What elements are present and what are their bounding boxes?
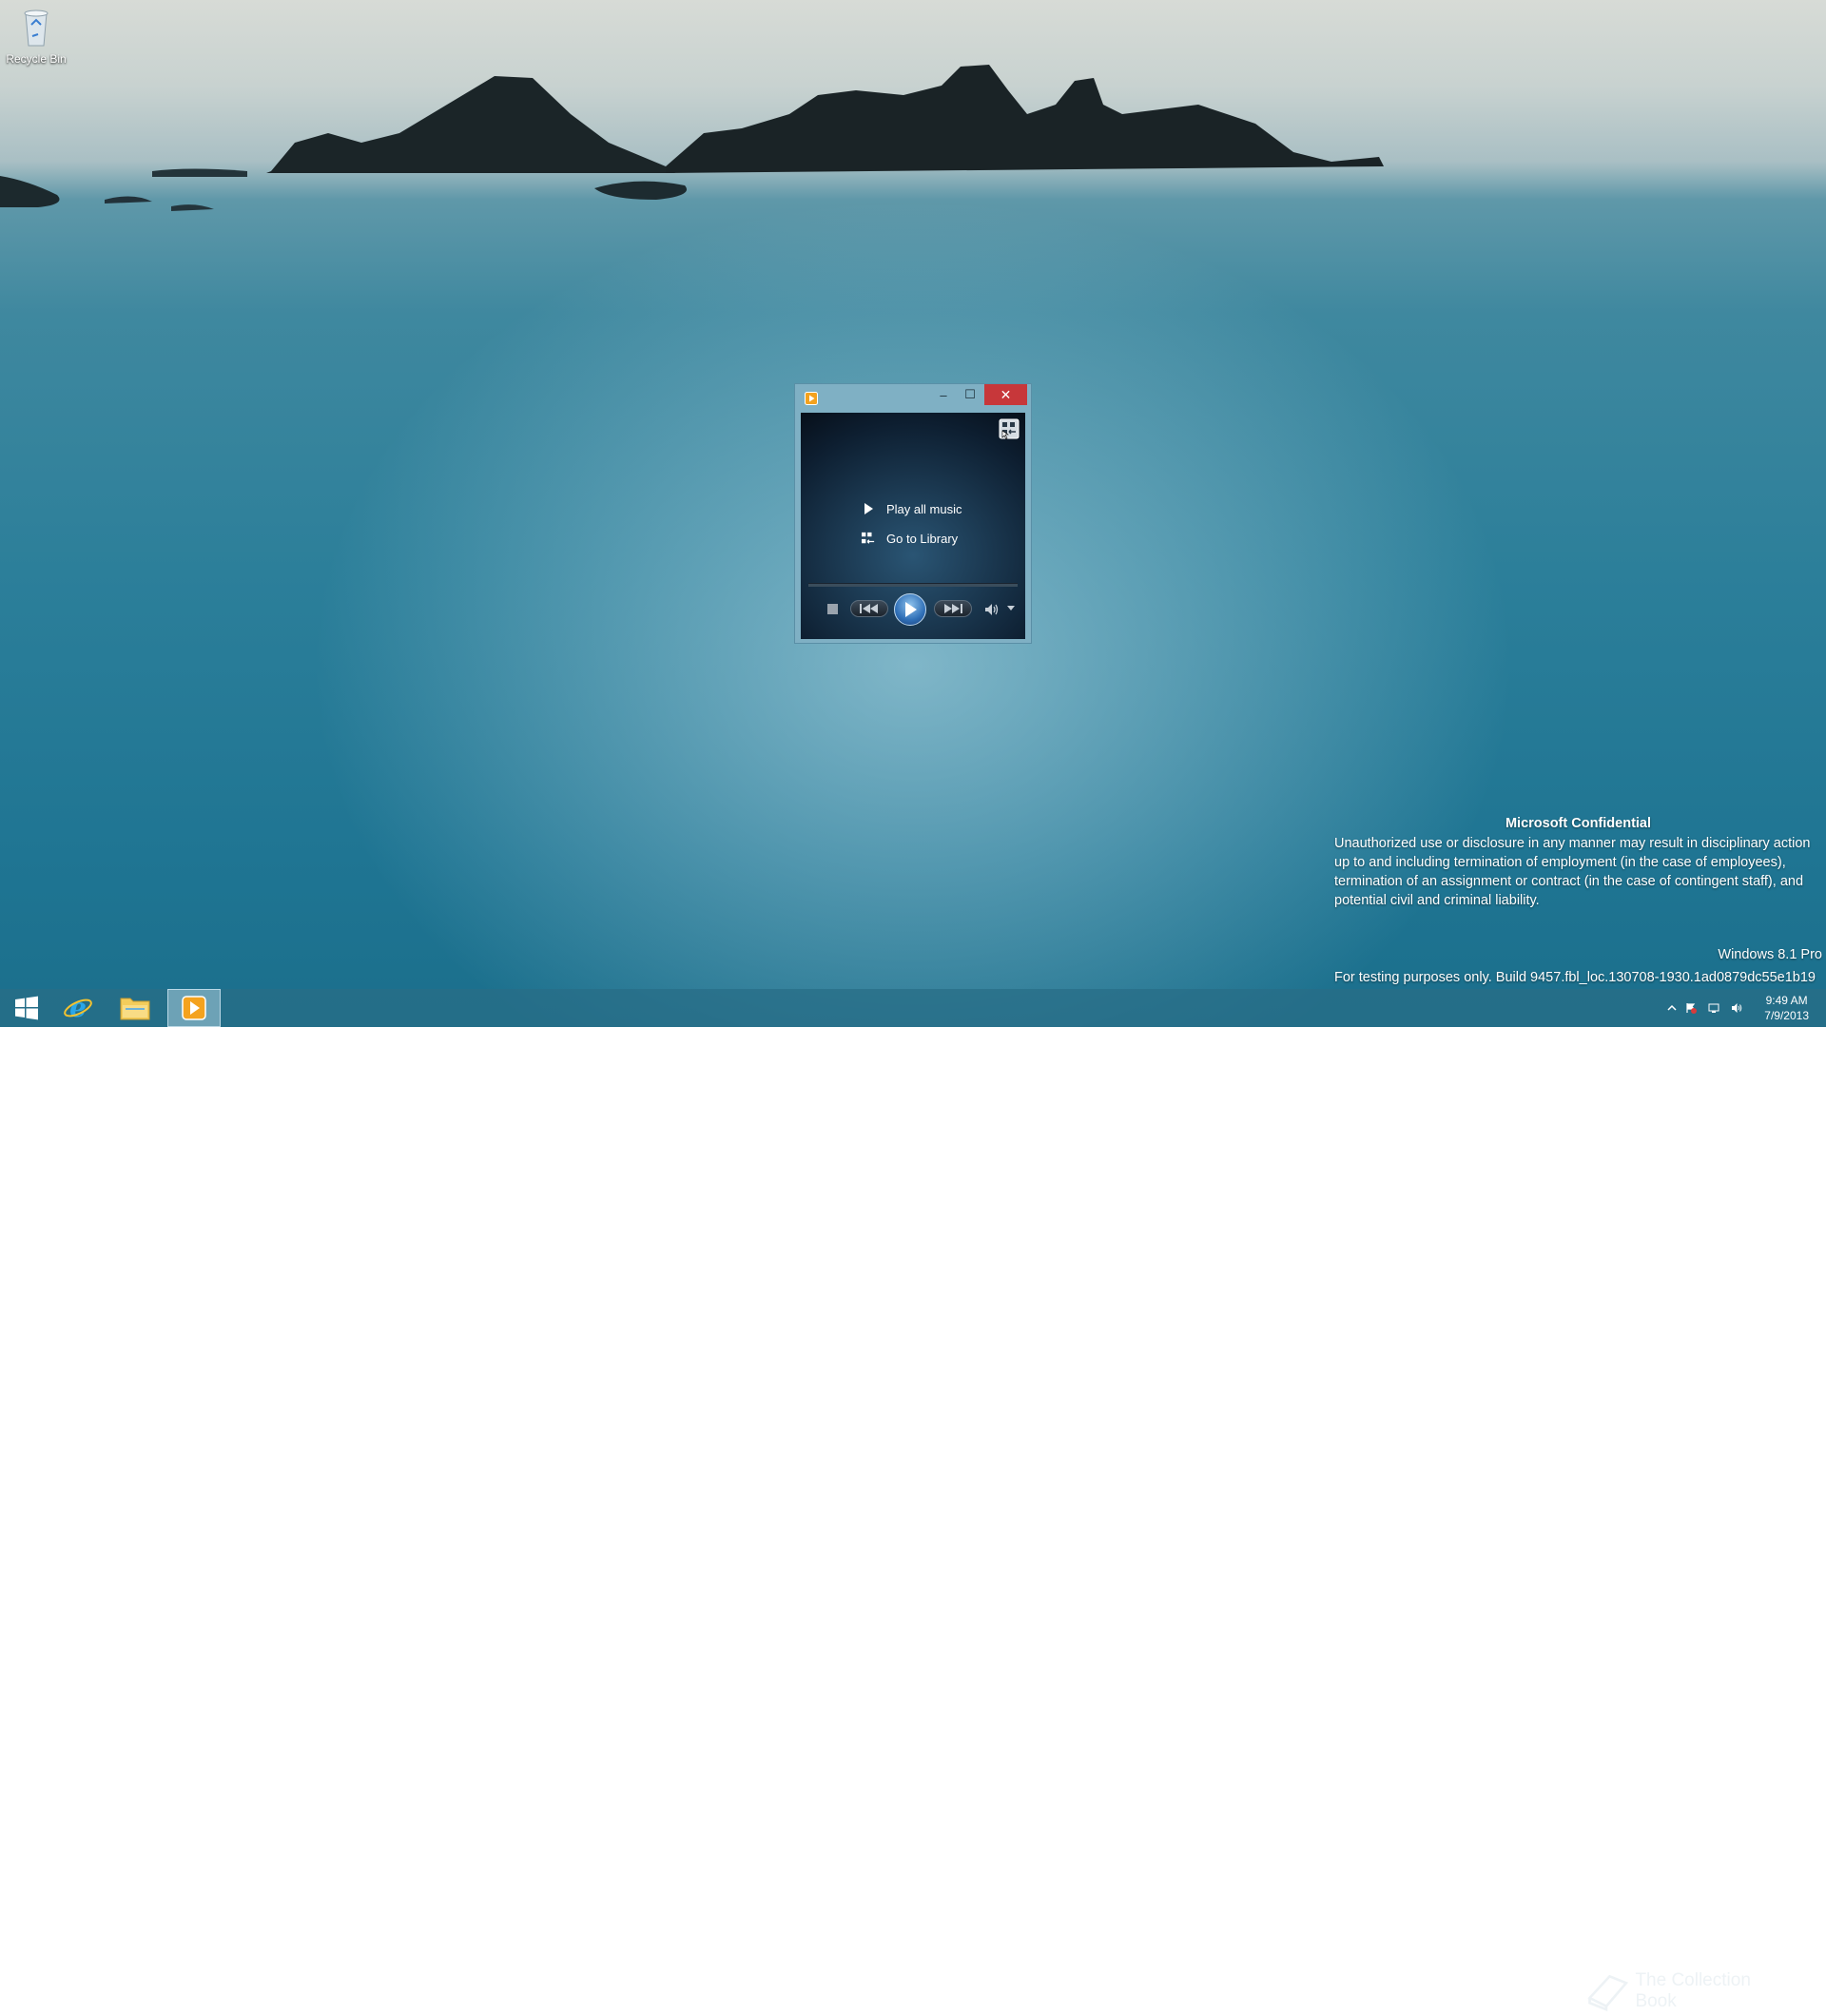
stop-button[interactable] bbox=[827, 604, 838, 614]
play-icon bbox=[862, 502, 875, 515]
media-player-window[interactable]: – ☐ ✕ Play all music Go to Library bbox=[794, 383, 1032, 644]
build-string: For testing purposes only. Build 9457.fb… bbox=[1334, 970, 1816, 985]
clock-date: 7/9/2013 bbox=[1764, 1009, 1809, 1022]
media-player-taskbar-button[interactable] bbox=[167, 989, 221, 1027]
volume-dropdown-arrow[interactable] bbox=[1007, 606, 1015, 611]
recycle-bin-label: Recycle Bin bbox=[6, 52, 67, 66]
switch-to-library-icon[interactable] bbox=[999, 418, 1020, 439]
watermark-text: The Collection Book bbox=[1635, 1970, 1751, 2011]
play-icon bbox=[905, 602, 917, 617]
go-to-library-label: Go to Library bbox=[886, 531, 959, 546]
confidential-notice: Microsoft Confidential Unauthorized use … bbox=[1334, 814, 1822, 910]
play-all-music-label: Play all music bbox=[886, 501, 962, 516]
speaker-icon[interactable] bbox=[1731, 1002, 1742, 1014]
volume-icon[interactable] bbox=[984, 603, 1000, 616]
internet-explorer-button[interactable]: e bbox=[51, 989, 105, 1027]
show-hidden-icons-icon[interactable] bbox=[1666, 1002, 1678, 1014]
recycle-bin-icon bbox=[24, 10, 49, 47]
network-icon[interactable] bbox=[1708, 1002, 1719, 1014]
watermark: The Collection Book bbox=[1586, 1967, 1777, 2016]
wallpaper-rocks bbox=[0, 65, 1384, 211]
folder-icon bbox=[120, 998, 150, 1020]
book-watermark-icon bbox=[1587, 1974, 1629, 2012]
file-explorer-button[interactable] bbox=[108, 989, 162, 1027]
confidential-body: Unauthorized use or disclosure in any ma… bbox=[1334, 836, 1811, 908]
play-button[interactable] bbox=[894, 593, 926, 626]
clock[interactable]: 9:49 AM 7/9/2013 bbox=[1764, 993, 1809, 1023]
media-player-app-icon bbox=[805, 392, 818, 405]
taskbar: e The Collection Book 9:49 AM 7/9/2013 bbox=[0, 989, 1826, 2012]
now-playing-area: Play all music Go to Library bbox=[801, 413, 1025, 639]
next-icon bbox=[944, 604, 962, 613]
confidential-title: Microsoft Confidential bbox=[1505, 816, 1652, 831]
playback-controls bbox=[801, 591, 1025, 626]
ie-icon: e bbox=[64, 993, 92, 1023]
maximize-button[interactable]: ☐ bbox=[957, 384, 983, 405]
previous-icon bbox=[860, 604, 878, 613]
go-to-library-link[interactable]: Go to Library bbox=[862, 528, 958, 549]
seek-bar[interactable] bbox=[808, 583, 1018, 587]
next-button[interactable] bbox=[934, 600, 972, 617]
windows-edition: Windows 8.1 Pro bbox=[1718, 947, 1822, 962]
windows-logo-icon bbox=[15, 996, 38, 1020]
start-button[interactable] bbox=[0, 989, 53, 1027]
svg-text:e: e bbox=[69, 993, 87, 1023]
media-player-icon bbox=[182, 996, 206, 1020]
close-button[interactable]: ✕ bbox=[984, 384, 1027, 405]
library-icon bbox=[862, 532, 875, 545]
action-center-flag-icon[interactable] bbox=[1685, 1002, 1697, 1014]
play-all-music-link[interactable]: Play all music bbox=[862, 498, 962, 519]
clock-time: 9:49 AM bbox=[1765, 994, 1808, 1007]
previous-button[interactable] bbox=[850, 600, 888, 617]
minimize-button[interactable]: – bbox=[930, 384, 957, 405]
window-titlebar[interactable]: – ☐ ✕ bbox=[795, 384, 1031, 413]
recycle-bin[interactable]: Recycle Bin bbox=[4, 6, 68, 66]
